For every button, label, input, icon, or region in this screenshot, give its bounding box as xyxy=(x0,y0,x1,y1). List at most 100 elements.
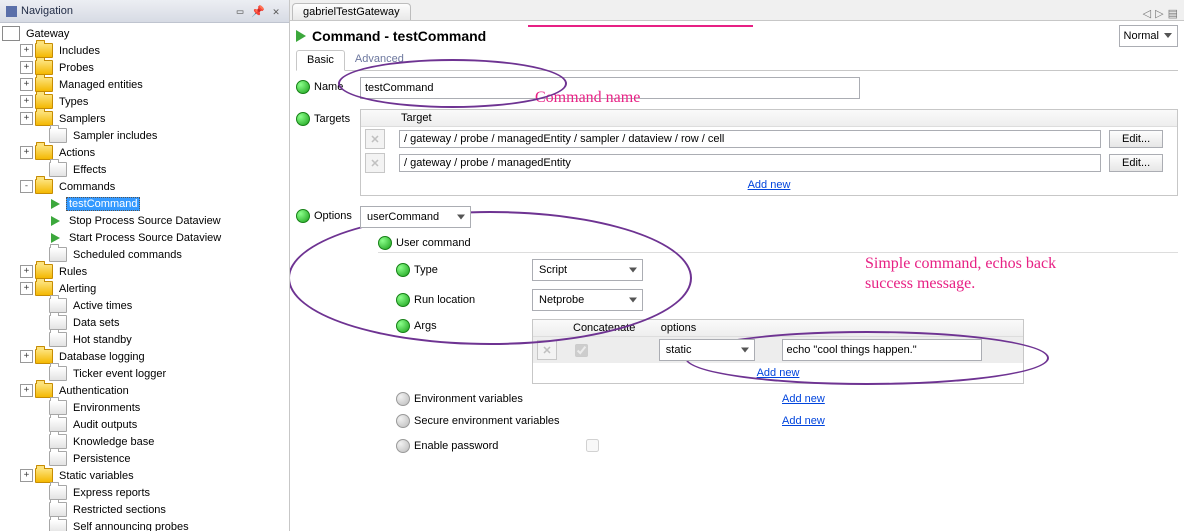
tree-item[interactable]: + Database logging xyxy=(0,348,289,365)
add-arg-link[interactable]: Add new xyxy=(537,365,1019,381)
tree-item[interactable]: Start Process Source Dataview xyxy=(0,229,289,246)
mode-select[interactable]: Normal xyxy=(1119,25,1178,47)
pin-icon[interactable]: 📌 xyxy=(251,4,265,18)
tree-item[interactable]: Audit outputs xyxy=(0,416,289,433)
tree-item-label[interactable]: Environments xyxy=(70,401,143,415)
tree-item-label[interactable]: Includes xyxy=(56,44,103,58)
tree-item-label[interactable]: Rules xyxy=(56,265,90,279)
add-envvar-link[interactable]: Add new xyxy=(782,393,825,405)
expand-icon[interactable]: + xyxy=(20,112,33,125)
tree-item-label[interactable]: Actions xyxy=(56,146,98,160)
expand-icon[interactable]: + xyxy=(20,282,33,295)
expand-icon[interactable]: + xyxy=(20,95,33,108)
tree-item-label[interactable]: Ticker event logger xyxy=(70,367,169,381)
expand-icon[interactable]: + xyxy=(20,350,33,363)
tree-item[interactable]: Data sets xyxy=(0,314,289,331)
arg-concat-checkbox[interactable] xyxy=(575,344,588,357)
tab-advanced[interactable]: Advanced xyxy=(345,50,414,70)
tab-list-icon[interactable]: ▤ xyxy=(1168,7,1178,20)
type-select[interactable]: Script xyxy=(532,259,643,281)
tree-item-label[interactable]: Restricted sections xyxy=(70,503,169,517)
navigation-titlebar: Navigation ▭ 📌 ✕ xyxy=(0,0,289,23)
tree-item-label[interactable]: Persistence xyxy=(70,452,133,466)
tree-item-label[interactable]: Express reports xyxy=(70,486,153,500)
delete-row-icon[interactable]: ✕ xyxy=(365,129,385,149)
tree-item[interactable]: Knowledge base xyxy=(0,433,289,450)
file-tab-bar: gabrielTestGateway ◁ ▷ ▤ xyxy=(290,0,1184,21)
navigation-tree[interactable]: Gateway + Includes + Probes + Managed entitie… xyxy=(0,23,289,531)
tree-item-label[interactable]: Types xyxy=(56,95,91,109)
status-orb-envvars xyxy=(396,392,410,406)
tree-item-label[interactable]: Alerting xyxy=(56,282,99,296)
tree-item-label[interactable]: Samplers xyxy=(56,112,108,126)
options-select[interactable]: userCommand xyxy=(360,206,471,228)
runlocation-select[interactable]: Netprobe xyxy=(532,289,643,311)
add-secenvvar-link[interactable]: Add new xyxy=(782,415,825,427)
tree-item[interactable]: + Authentication xyxy=(0,382,289,399)
tree-item[interactable]: + Samplers xyxy=(0,110,289,127)
expand-icon[interactable]: + xyxy=(20,265,33,278)
tree-item-label[interactable]: Sampler includes xyxy=(70,129,160,143)
edit-target-button[interactable]: Edit... xyxy=(1109,130,1163,148)
folder-icon xyxy=(35,264,53,279)
collapse-icon[interactable]: - xyxy=(20,180,33,193)
expand-icon[interactable]: + xyxy=(20,384,33,397)
status-orb-targets xyxy=(296,112,310,126)
tree-item-label[interactable]: Knowledge base xyxy=(70,435,157,449)
tree-item-label[interactable]: Hot standby xyxy=(70,333,135,347)
expand-icon[interactable]: + xyxy=(20,61,33,74)
tree-item-label[interactable]: Active times xyxy=(70,299,135,313)
tree-item-label[interactable]: Self announcing probes xyxy=(70,520,192,531)
tree-item[interactable]: Stop Process Source Dataview xyxy=(0,212,289,229)
target-input-1[interactable] xyxy=(399,154,1101,172)
tree-item-label[interactable]: Managed entities xyxy=(56,78,146,92)
tab-basic[interactable]: Basic xyxy=(296,50,345,71)
arg-option-select[interactable]: static xyxy=(659,339,755,361)
tree-item-label[interactable]: Static variables xyxy=(56,469,137,483)
arg-value-input[interactable] xyxy=(782,339,982,361)
expand-icon[interactable]: + xyxy=(20,469,33,482)
delete-arg-icon[interactable]: ✕ xyxy=(537,340,557,360)
tree-item-label[interactable]: Start Process Source Dataview xyxy=(66,231,224,245)
tree-item-label[interactable]: Stop Process Source Dataview xyxy=(66,214,224,228)
tree-item[interactable]: Restricted sections xyxy=(0,501,289,518)
label-args: Args xyxy=(414,320,437,332)
tree-item[interactable]: + Static variables xyxy=(0,467,289,484)
file-tab[interactable]: gabrielTestGateway xyxy=(292,3,411,20)
tree-item-label[interactable]: Probes xyxy=(56,61,97,75)
close-icon[interactable]: ✕ xyxy=(269,4,283,18)
tab-prev-icon[interactable]: ◁ xyxy=(1143,7,1151,20)
add-target-link[interactable]: Add new xyxy=(365,177,1173,193)
delete-row-icon[interactable]: ✕ xyxy=(365,153,385,173)
minimize-icon[interactable]: ▭ xyxy=(233,4,247,18)
tree-item[interactable]: Self announcing probes xyxy=(0,518,289,531)
tree-item[interactable]: + Actions xyxy=(0,144,289,161)
tree-item-label[interactable]: Effects xyxy=(70,163,109,177)
enablepwd-checkbox[interactable] xyxy=(586,439,599,452)
tree-item[interactable]: testCommand xyxy=(0,195,289,212)
tree-item[interactable]: Active times xyxy=(0,297,289,314)
expand-icon[interactable]: + xyxy=(20,78,33,91)
expand-icon[interactable]: + xyxy=(20,44,33,57)
tree-item-label[interactable]: testCommand xyxy=(66,197,140,211)
target-input-0[interactable] xyxy=(399,130,1101,148)
edit-target-button[interactable]: Edit... xyxy=(1109,154,1163,172)
tree-item[interactable]: - Commands xyxy=(0,178,289,195)
tab-next-icon[interactable]: ▷ xyxy=(1155,7,1163,20)
tree-item-label[interactable]: Authentication xyxy=(56,384,132,398)
tree-item[interactable]: Environments xyxy=(0,399,289,416)
folder-icon xyxy=(49,128,67,143)
tree-item-label[interactable]: Database logging xyxy=(56,350,148,364)
tree-item-label[interactable]: Audit outputs xyxy=(70,418,140,432)
folder-icon xyxy=(35,60,53,75)
expand-icon[interactable]: + xyxy=(20,146,33,159)
tree-item[interactable]: Express reports xyxy=(0,484,289,501)
folder-icon xyxy=(49,315,67,330)
tree-item[interactable]: + Alerting xyxy=(0,280,289,297)
name-field[interactable] xyxy=(360,77,860,99)
tree-item-label[interactable]: Data sets xyxy=(70,316,122,330)
tree-item-label[interactable]: Scheduled commands xyxy=(70,248,185,262)
folder-icon xyxy=(35,94,53,109)
tree-item-label[interactable]: Commands xyxy=(56,180,118,194)
tree-root[interactable]: Gateway xyxy=(23,27,72,41)
